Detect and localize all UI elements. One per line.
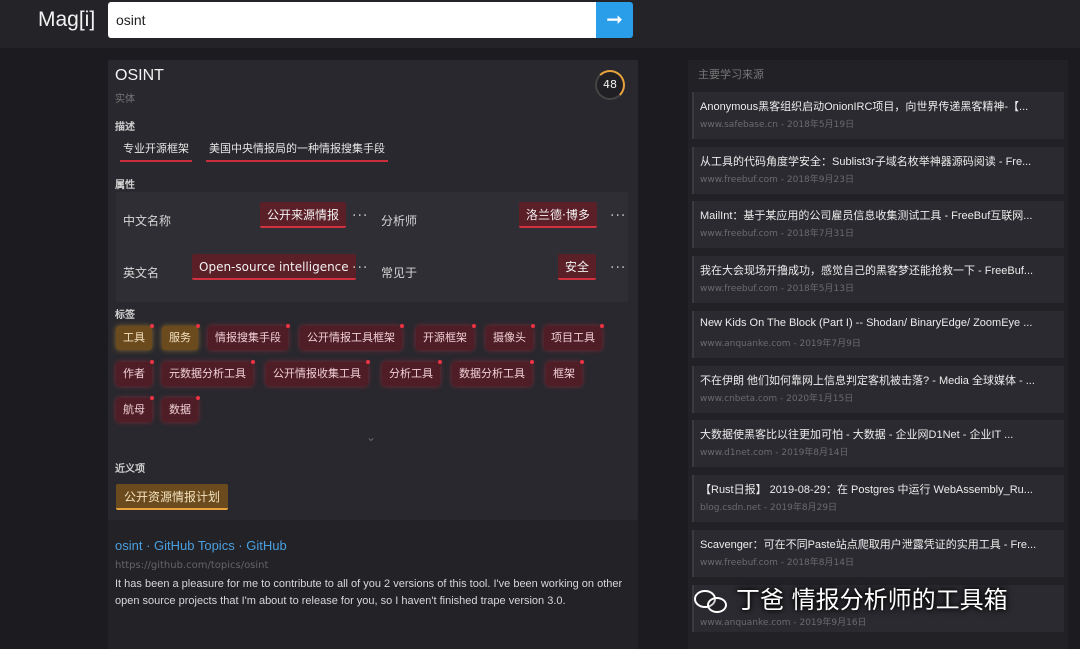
source-item[interactable]: 【Rust日报】 2019-08-29：在 Postgres 中运行 WebAs… bbox=[692, 475, 1064, 522]
tag[interactable]: 开源框架 bbox=[416, 324, 476, 350]
description-list: 专业开源框架 美国中央情报局的一种情报搜集手段 bbox=[120, 140, 402, 162]
attribute-label: 常见于 bbox=[381, 266, 418, 280]
entity-score-badge: 48 bbox=[595, 70, 625, 100]
more-icon[interactable]: ··· bbox=[610, 260, 626, 276]
source-item[interactable]: Anonymous黑客组织启动OnionIRC项目，向世界传递黑客精神-【...… bbox=[692, 92, 1064, 139]
result-url: https://github.com/topics/osint bbox=[115, 560, 269, 571]
tags-label: 标签 bbox=[115, 310, 135, 321]
attribute-label: 英文名 bbox=[123, 266, 160, 280]
watermark: 丁爸 情报分析师的工具箱 bbox=[694, 580, 1074, 620]
entity-type: 实体 bbox=[115, 94, 135, 105]
source-item[interactable]: 大数据使黑客比以往更加可怕 - 大数据 - 企业网D1Net - 企业IT ..… bbox=[692, 420, 1064, 467]
synonym-item[interactable]: 公开资源情报计划 bbox=[116, 484, 229, 510]
tag[interactable]: 作者 bbox=[116, 360, 154, 386]
entity-card: OSINT 实体 48 描述 专业开源框架 美国中央情报局的一种情报搜集手段 属性… bbox=[108, 60, 638, 520]
tag[interactable]: 情报搜集手段 bbox=[208, 324, 290, 350]
tag[interactable]: 数据 bbox=[162, 396, 200, 422]
arrow-right-icon: ➞ bbox=[606, 7, 623, 31]
wechat-icon bbox=[694, 588, 730, 614]
description-item[interactable]: 美国中央情报局的一种情报搜集手段 bbox=[206, 140, 388, 162]
tag[interactable]: 公开情报工具框架 bbox=[300, 324, 404, 350]
attribute-value[interactable]: 安全 bbox=[558, 254, 597, 280]
tag[interactable]: 元数据分析工具 bbox=[162, 360, 255, 386]
result-title-link[interactable]: osint · GitHub Topics · GitHub bbox=[115, 538, 287, 553]
search-result: osint · GitHub Topics · GitHub https://g… bbox=[108, 520, 638, 649]
description-item[interactable]: 专业开源框架 bbox=[120, 140, 192, 162]
description-label: 描述 bbox=[115, 122, 135, 133]
attribute-label: 分析师 bbox=[381, 214, 418, 228]
sidebar-heading: 主要学习来源 bbox=[698, 68, 764, 81]
tag[interactable]: 工具 bbox=[116, 324, 154, 350]
more-icon[interactable]: ··· bbox=[610, 208, 626, 224]
source-item[interactable]: New Kids On The Block (Part I) -- Shodan… bbox=[692, 311, 1064, 358]
attributes-label: 属性 bbox=[115, 180, 135, 191]
tag[interactable]: 项目工具 bbox=[544, 324, 604, 350]
attribute-value[interactable]: Open-source intelligence bbox=[192, 254, 356, 280]
attribute-value[interactable]: 洛兰德·博多 bbox=[519, 202, 597, 228]
tag[interactable]: 数据分析工具 bbox=[452, 360, 534, 386]
source-item[interactable]: 我在大会现场开撸成功，感觉自己的黑客梦还能抢救一下 - FreeBuf... ww… bbox=[692, 256, 1064, 303]
tag[interactable]: 服务 bbox=[162, 324, 200, 350]
attribute-label: 中文名称 bbox=[123, 214, 172, 228]
entity-title: OSINT bbox=[115, 67, 164, 84]
tag[interactable]: 摄像头 bbox=[486, 324, 535, 350]
tag[interactable]: 公开情报收集工具 bbox=[266, 360, 370, 386]
tag[interactable]: 分析工具 bbox=[382, 360, 442, 386]
attributes-panel: 中文名称 公开来源情报 ··· 分析师 洛兰德·博多 ··· 英文名 Open-… bbox=[116, 192, 628, 302]
attribute-row: 中文名称 公开来源情报 ··· 分析师 洛兰德·博多 ··· bbox=[116, 196, 628, 244]
attribute-value[interactable]: 公开来源情报 bbox=[260, 202, 347, 228]
search-input[interactable] bbox=[108, 2, 596, 38]
sources-sidebar: 主要学习来源 Anonymous黑客组织启动OnionIRC项目，向世界传递黑客… bbox=[688, 60, 1068, 649]
tag[interactable]: 框架 bbox=[546, 360, 584, 386]
tag[interactable]: 航母 bbox=[116, 396, 154, 422]
chevron-down-icon[interactable]: ⌄ bbox=[366, 430, 376, 444]
top-bar: Mag[i] ➞ bbox=[0, 0, 1080, 48]
result-snippet: It has been a pleasure for me to contrib… bbox=[115, 578, 623, 607]
synonyms-label: 近义项 bbox=[115, 464, 145, 475]
source-item[interactable]: MailInt：基于某应用的公司雇员信息收集测试工具 - FreeBuf互联网.… bbox=[692, 201, 1064, 248]
site-logo[interactable]: Mag[i] bbox=[38, 8, 95, 32]
search-button[interactable]: ➞ bbox=[596, 2, 633, 38]
source-item[interactable]: Scavenger：可在不同Paste站点爬取用户泄露凭证的实用工具 - Fre… bbox=[692, 530, 1064, 577]
watermark-text: 丁爸 情报分析师的工具箱 bbox=[736, 586, 1008, 614]
attribute-row: 英文名 Open-source intelligence ··· 常见于 安全 … bbox=[116, 248, 628, 296]
more-icon[interactable]: ··· bbox=[352, 208, 368, 224]
more-icon[interactable]: ··· bbox=[352, 260, 368, 276]
source-item[interactable]: 不在伊朗 他们如何靠网上信息判定客机被击落? - Media 全球媒体 - ..… bbox=[692, 366, 1064, 413]
source-item[interactable]: 从工具的代码角度学安全：Sublist3r子域名枚举神器源码阅读 - Fre..… bbox=[692, 147, 1064, 194]
